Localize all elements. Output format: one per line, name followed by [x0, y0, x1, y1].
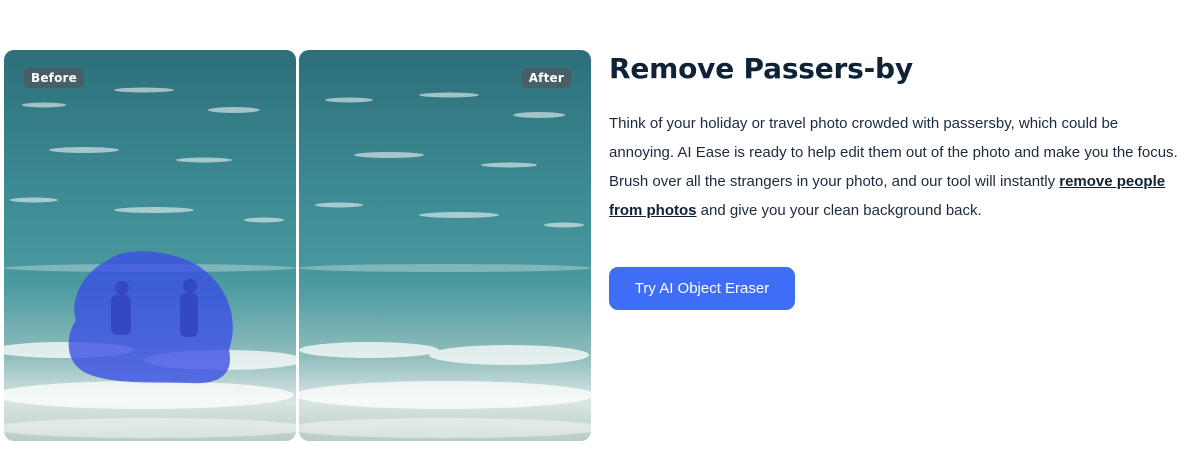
before-image-panel: Before: [4, 50, 296, 441]
before-after-comparison: Before After: [4, 50, 591, 441]
before-beach-photo: [4, 50, 296, 441]
before-label: Before: [24, 68, 85, 88]
feature-section: Remove Passers-by Think of your holiday …: [609, 50, 1184, 225]
after-label: After: [521, 68, 571, 88]
after-image-panel: After: [299, 50, 591, 441]
section-title: Remove Passers-by: [609, 52, 913, 85]
section-description: Think of your holiday or travel photo cr…: [609, 109, 1184, 225]
description-text-end: and give you your clean background back.: [696, 202, 982, 219]
try-object-eraser-button[interactable]: Try AI Object Eraser: [609, 267, 795, 310]
after-beach-photo: [299, 50, 591, 441]
